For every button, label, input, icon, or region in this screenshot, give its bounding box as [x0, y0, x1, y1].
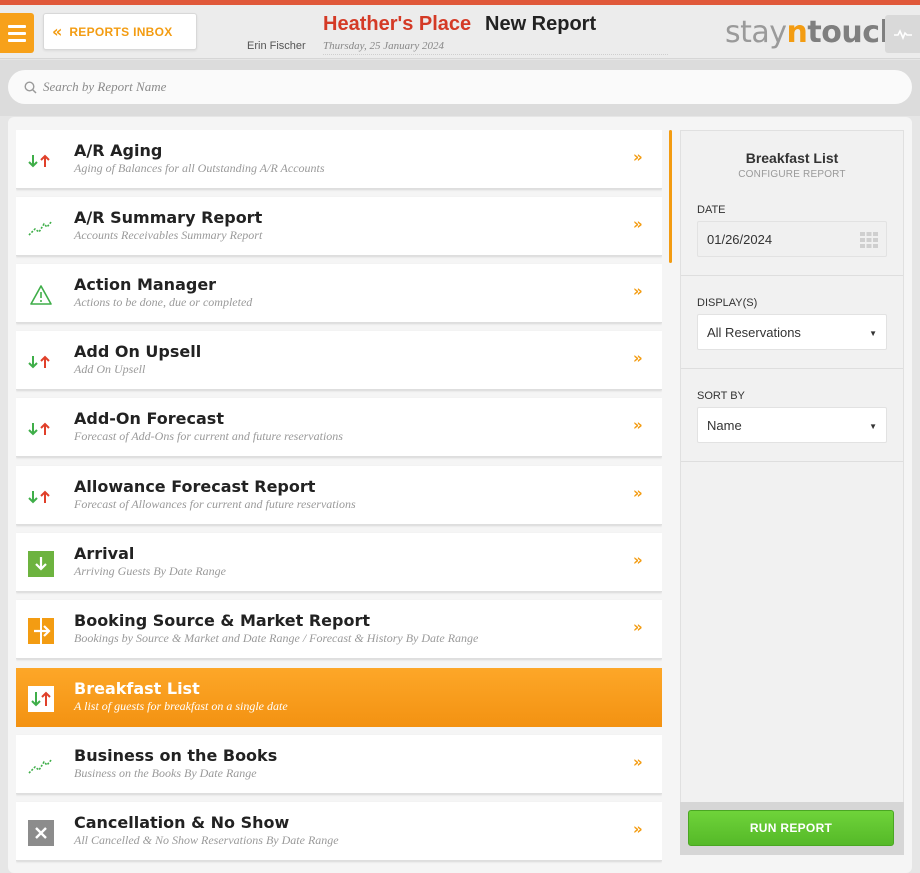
business-date: Thursday, 25 January 2024 [323, 40, 668, 55]
report-title: Action Manager [74, 275, 217, 294]
chevron-right-double-icon: » [633, 551, 643, 569]
report-subtitle: Business on the Books By Date Range [74, 766, 257, 780]
menu-icon-line [8, 38, 26, 42]
chevron-right-double-icon: » [633, 215, 643, 233]
chevron-right-double-icon: » [633, 349, 643, 367]
logo-stay: stay [725, 15, 787, 50]
arrows-down-up-icon [28, 686, 54, 712]
calendar-icon [860, 232, 878, 248]
caret-down-icon: ▼ [869, 422, 877, 431]
config-divider [681, 461, 903, 462]
activity-button[interactable] [885, 15, 920, 53]
report-item-arrival[interactable]: Arrival Arriving Guests By Date Range » [16, 533, 662, 592]
booking-source-icon [28, 618, 54, 644]
report-subtitle: Bookings by Source & Market and Date Ran… [74, 631, 479, 645]
display-value: All Reservations [707, 324, 801, 340]
config-divider [681, 275, 903, 276]
reports-inbox-label: REPORTS INBOX [69, 24, 173, 39]
header-bar: « REPORTS INBOX Heather's Place New Repo… [0, 5, 920, 59]
config-subtitle: CONFIGURE REPORT [738, 169, 846, 180]
report-title: Business on the Books [74, 746, 278, 765]
sort-value: Name [707, 417, 742, 433]
report-subtitle: Aging of Balances for all Outstanding A/… [74, 161, 325, 175]
report-item-add-on-forecast[interactable]: Add-On Forecast Forecast of Add-Ons for … [16, 398, 662, 457]
report-list: A/R Aging Aging of Balances for all Outs… [16, 130, 662, 873]
report-subtitle: Actions to be done, due or completed [74, 295, 253, 309]
date-label: DATE [697, 204, 726, 216]
date-field[interactable]: 01/26/2024 [697, 221, 887, 257]
trend-icon [28, 215, 54, 241]
report-subtitle: A list of guests for breakfast on a sing… [74, 699, 288, 713]
report-list-scrollbar[interactable] [669, 130, 672, 263]
caret-down-icon: ▼ [869, 329, 877, 338]
arrows-down-up-icon [28, 349, 54, 375]
report-item-breakfast-list[interactable]: Breakfast List A list of guests for brea… [16, 668, 662, 727]
arrows-down-up-icon [28, 416, 54, 442]
chevron-right-double-icon: » [633, 148, 643, 166]
report-subtitle: Arriving Guests By Date Range [74, 564, 226, 578]
chevron-left-double-icon: « [52, 22, 62, 41]
menu-button[interactable] [0, 13, 34, 53]
report-item-business-on-books[interactable]: Business on the Books Business on the Bo… [16, 735, 662, 794]
menu-icon-line [8, 31, 26, 35]
report-subtitle: All Cancelled & No Show Reservations By … [74, 833, 339, 847]
page-title: New Report [485, 13, 597, 35]
chevron-right-double-icon: » [633, 416, 643, 434]
chevron-right-double-icon: » [633, 618, 643, 636]
hotel-name: Heather's Place [323, 13, 472, 35]
config-title: Breakfast List [745, 150, 839, 166]
reports-inbox-button[interactable]: « REPORTS INBOX [43, 13, 197, 50]
report-subtitle: Accounts Receivables Summary Report [74, 228, 263, 242]
report-item-allowance-forecast[interactable]: Allowance Forecast Report Forecast of Al… [16, 466, 662, 525]
chevron-right-double-icon: » [633, 820, 643, 838]
chevron-right-double-icon: » [633, 282, 643, 300]
trend-icon [28, 753, 54, 779]
report-title: Add-On Forecast [74, 409, 224, 428]
report-item-action-manager[interactable]: Action Manager Actions to be done, due o… [16, 264, 662, 323]
search-area [0, 60, 920, 116]
report-item-cancellation-no-show[interactable]: Cancellation & No Show All Cancelled & N… [16, 802, 662, 861]
report-title: A/R Summary Report [74, 208, 263, 227]
report-title: Arrival [74, 544, 135, 563]
arrival-icon [28, 551, 54, 577]
report-title: Allowance Forecast Report [74, 477, 316, 496]
chevron-right-double-icon: » [633, 484, 643, 502]
config-divider [681, 368, 903, 369]
report-title: A/R Aging [74, 141, 163, 160]
search-input[interactable] [43, 79, 903, 95]
activity-icon [893, 29, 912, 40]
arrows-down-up-icon [28, 484, 54, 510]
display-select[interactable]: All Reservations ▼ [697, 314, 887, 350]
stayntouch-logo: stayntouch [725, 15, 901, 50]
sort-label: SORT BY [697, 390, 745, 402]
report-title: Booking Source & Market Report [74, 611, 370, 630]
search-box[interactable] [8, 70, 912, 104]
display-label: DISPLAY(S) [697, 297, 758, 309]
chevron-right-double-icon: » [633, 753, 643, 771]
report-title: Cancellation & No Show [74, 813, 290, 832]
warning-icon [28, 282, 54, 308]
report-subtitle: Forecast of Add-Ons for current and futu… [74, 429, 343, 443]
run-report-button[interactable]: RUN REPORT [688, 810, 894, 846]
user-name: Erin Fischer [247, 40, 306, 52]
report-item-booking-source[interactable]: Booking Source & Market Report Bookings … [16, 600, 662, 659]
report-title: Breakfast List [74, 679, 200, 698]
arrows-down-up-icon [28, 148, 54, 174]
search-icon [24, 80, 37, 94]
report-item-ar-aging[interactable]: A/R Aging Aging of Balances for all Outs… [16, 130, 662, 189]
report-item-add-on-upsell[interactable]: Add On Upsell Add On Upsell » [16, 331, 662, 390]
run-report-area: RUN REPORT [680, 802, 904, 855]
sort-select[interactable]: Name ▼ [697, 407, 887, 443]
report-subtitle: Add On Upsell [74, 362, 146, 376]
configure-report-panel: Breakfast List CONFIGURE REPORT DATE 01/… [680, 130, 904, 855]
menu-icon-line [8, 24, 26, 28]
date-value: 01/26/2024 [707, 231, 773, 247]
report-title: Add On Upsell [74, 342, 202, 361]
report-subtitle: Forecast of Allowances for current and f… [74, 497, 356, 511]
logo-n: n [786, 15, 808, 50]
cancel-icon [28, 820, 54, 846]
report-item-ar-summary[interactable]: A/R Summary Report Accounts Receivables … [16, 197, 662, 256]
